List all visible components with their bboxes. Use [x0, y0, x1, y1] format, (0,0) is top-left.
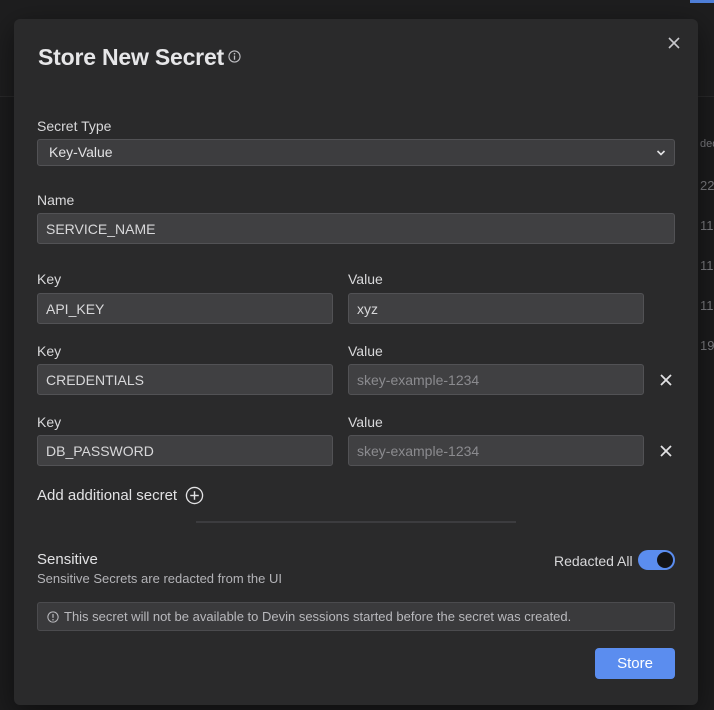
chevron-down-icon: [656, 150, 666, 156]
info-icon: [47, 610, 59, 623]
key-label: Key: [37, 343, 62, 359]
remove-pair-icon[interactable]: [659, 373, 673, 387]
key-input[interactable]: [37, 293, 333, 324]
value-input[interactable]: [348, 364, 644, 395]
background-cell: 11: [700, 218, 714, 233]
value-input[interactable]: [348, 293, 644, 324]
sensitive-description: Sensitive Secrets are redacted from the …: [37, 571, 282, 586]
remove-pair-icon[interactable]: [659, 444, 673, 458]
key-label: Key: [37, 414, 62, 430]
plus-circle-icon: [185, 486, 204, 504]
toggle-knob: [657, 552, 673, 568]
notice-text: This secret will not be available to Dev…: [64, 609, 572, 624]
background-cell: 11: [700, 258, 714, 273]
background-cell: 19: [700, 338, 714, 353]
value-label: Value: [348, 414, 383, 430]
background-cell: 22: [700, 178, 714, 193]
dialog-title: Store New Secret: [38, 44, 224, 70]
redacted-all-toggle[interactable]: [638, 550, 675, 570]
store-secret-dialog: Store New Secret Secret Type Key-Value N…: [14, 19, 698, 705]
background-column-header: ded: [700, 138, 714, 150]
sensitive-title: Sensitive: [37, 551, 98, 568]
redacted-all-label: Redacted All: [554, 553, 633, 569]
name-label: Name: [37, 192, 75, 208]
value-input[interactable]: [348, 435, 644, 466]
key-input[interactable]: [37, 435, 333, 466]
secret-type-value: Key-Value: [49, 144, 113, 160]
close-icon[interactable]: [666, 35, 682, 51]
key-input[interactable]: [37, 364, 333, 395]
add-secret-label: Add additional secret: [37, 486, 178, 504]
key-label: Key: [37, 271, 62, 287]
info-icon[interactable]: [228, 50, 241, 63]
name-input[interactable]: [37, 213, 675, 244]
secret-type-label: Secret Type: [37, 118, 112, 134]
secret-type-select[interactable]: Key-Value: [37, 139, 675, 166]
availability-notice: This secret will not be available to Dev…: [37, 602, 675, 631]
background-cell: 11: [700, 298, 714, 313]
add-secret-button[interactable]: Add additional secret: [37, 485, 204, 505]
value-label: Value: [348, 343, 383, 359]
value-label: Value: [348, 271, 383, 287]
background-accent-bar: [690, 0, 714, 3]
section-divider: [196, 521, 516, 523]
store-button[interactable]: Store: [595, 648, 675, 679]
